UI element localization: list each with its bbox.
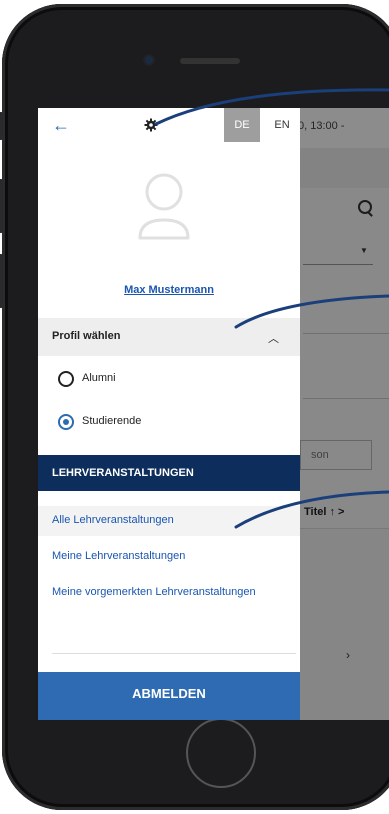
nav-item-bookmarked-courses[interactable]: Meine vorgemerkten Lehrveranstaltungen xyxy=(38,578,300,608)
drawer-divider xyxy=(52,653,296,654)
radio-label: Alumni xyxy=(82,372,116,384)
language-de-button[interactable]: DE xyxy=(224,108,260,142)
avatar-icon xyxy=(138,173,190,240)
gear-icon[interactable] xyxy=(143,117,159,133)
radio-label: Studierende xyxy=(82,415,142,427)
drawer-header: ← DE EN xyxy=(38,108,300,144)
navigation-drawer: ← DE EN Max Mustermann Profil wählen ︿ A… xyxy=(38,108,300,720)
nav-item-label: Meine vorgemerkten Lehrveranstaltungen xyxy=(52,586,256,598)
nav-item-my-courses[interactable]: Meine Lehrveranstaltungen xyxy=(38,542,300,572)
language-en-button[interactable]: EN xyxy=(264,108,300,142)
section-title: LEHRVERANSTALTUNGEN xyxy=(52,467,194,479)
nav-item-all-courses[interactable]: Alle Lehrveranstaltungen xyxy=(38,506,300,536)
nav-item-label: Alle Lehrveranstaltungen xyxy=(52,514,174,526)
profile-select-title: Profil wählen xyxy=(52,330,121,342)
section-header-lehrveranstaltungen: LEHRVERANSTALTUNGEN xyxy=(38,455,300,491)
nav-item-label: Meine Lehrveranstaltungen xyxy=(52,550,186,562)
chevron-up-icon: ︿ xyxy=(268,333,279,345)
phone-screen: 0, 13:00 - ▼ son Titel ↑ > › ← DE EN Max… xyxy=(38,108,389,720)
user-name-link[interactable]: Max Mustermann xyxy=(38,284,300,296)
home-button[interactable] xyxy=(186,718,256,788)
back-arrow-icon[interactable]: ← xyxy=(52,116,70,134)
front-camera xyxy=(145,56,153,64)
earpiece-speaker xyxy=(180,58,240,64)
phone-volume-down xyxy=(0,254,3,308)
logout-button[interactable]: ABMELDEN xyxy=(38,672,300,720)
radio-button-checked[interactable] xyxy=(58,414,74,430)
radio-button[interactable] xyxy=(58,371,74,387)
phone-mute-switch xyxy=(0,112,3,140)
phone-volume-up xyxy=(0,179,3,233)
profile-select-header[interactable]: Profil wählen ︿ xyxy=(38,318,300,356)
